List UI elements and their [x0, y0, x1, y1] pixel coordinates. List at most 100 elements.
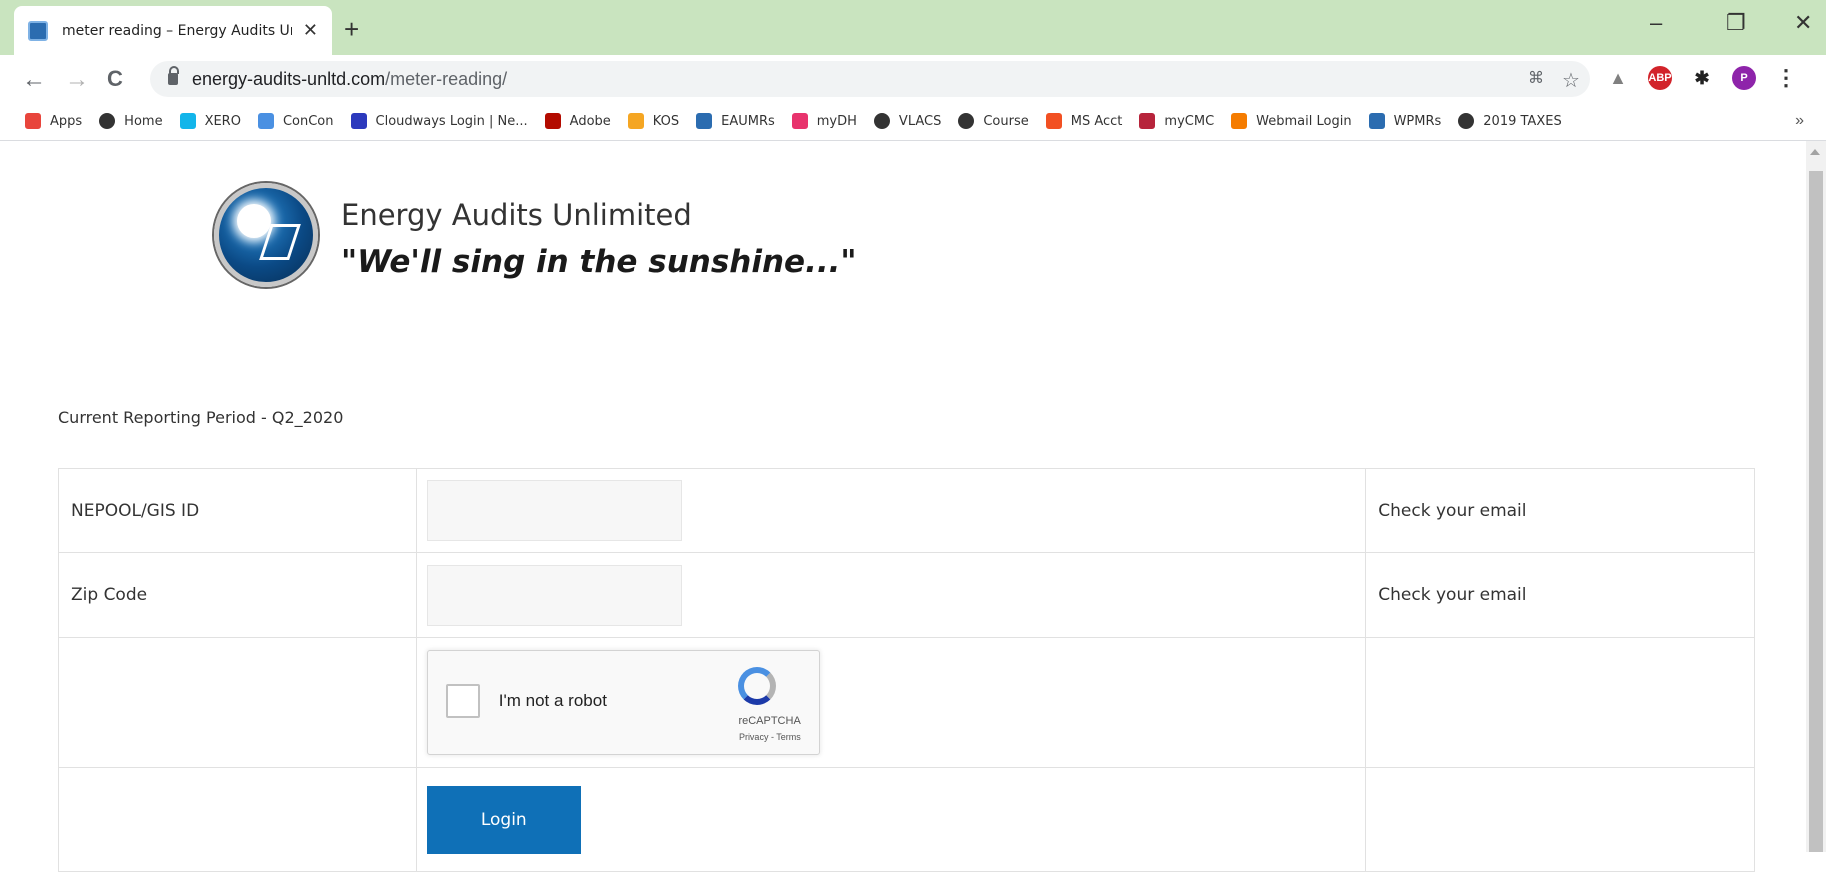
bookmark-adobe[interactable]: Adobe [544, 113, 611, 129]
globe-icon [1458, 113, 1475, 129]
cloud-icon [350, 113, 367, 129]
bookmark-ms-acct[interactable]: MS Acct [1045, 113, 1123, 129]
form-row-captcha: I'm not a robot reCAPTCHA Privacy - Term… [58, 637, 1755, 768]
bookmark-label: ConCon [282, 113, 334, 129]
bookmark-wpmrs[interactable]: WPMRs [1368, 113, 1442, 129]
form-row-nepool: NEPOOL/GIS ID Check your email [58, 468, 1755, 553]
nepool-input[interactable] [426, 480, 682, 541]
bookmark-label: MS Acct [1070, 113, 1123, 129]
drive-icon[interactable]: ▲ [1606, 66, 1630, 90]
zip-input[interactable] [426, 564, 682, 626]
bookmark-label: XERO [204, 113, 241, 129]
bookmark-label: VLACS [898, 113, 942, 129]
bookmark-label: EAUMRs [721, 113, 775, 129]
submit-label-cell [58, 767, 417, 872]
scroll-thumb[interactable] [1809, 171, 1823, 852]
kos-icon [627, 113, 644, 129]
reporting-period: Current Reporting Period - Q2_2020 [58, 408, 344, 427]
bookmark-xero[interactable]: XERO [179, 113, 241, 129]
energy-audits-logo [214, 183, 318, 287]
adblock-plus-icon[interactable]: ABP [1648, 66, 1672, 90]
microsoft-icon [1045, 113, 1062, 129]
meter-login-form: NEPOOL/GIS ID Check your email Zip Code … [58, 468, 1755, 872]
bookmark-label: KOS [652, 113, 680, 129]
sun-icon [237, 204, 271, 238]
forward-icon[interactable]: → [65, 66, 89, 94]
zip-hint: Check your email [1365, 552, 1755, 638]
recaptcha-logo-icon [737, 667, 776, 705]
tab-title: meter reading – Energy Audits Unlin [62, 22, 292, 39]
address-bar[interactable]: energy-audits-unltd.com/meter-reading/ ⌘… [150, 61, 1590, 97]
puzzle-icon[interactable]: ✱ [1690, 66, 1714, 90]
bookmark-label: 2019 TAXES [1483, 113, 1562, 129]
star-icon[interactable]: ☆ [1562, 68, 1580, 93]
bookmarks-overflow-icon[interactable]: » [1795, 112, 1804, 130]
lock-icon [168, 66, 179, 85]
profile-avatar[interactable]: P [1732, 66, 1756, 90]
menu-icon[interactable]: ⋮ [1774, 65, 1798, 90]
eaumrs-icon [696, 113, 713, 129]
submit-hint-cell [1365, 767, 1755, 872]
zip-label: Zip Code [58, 552, 417, 638]
browser-tab[interactable]: meter reading – Energy Audits Unlin ✕ [14, 6, 332, 55]
back-icon[interactable]: ← [22, 66, 46, 94]
new-tab-button[interactable]: + [344, 14, 359, 45]
url-text: energy-audits-unltd.com/meter-reading/ [192, 69, 507, 90]
cmc-icon [1139, 113, 1156, 129]
captcha-hint-cell [1365, 637, 1755, 768]
recaptcha-label: I'm not a robot [498, 691, 607, 710]
globe-icon [873, 113, 890, 129]
login-button[interactable]: Login [426, 785, 581, 854]
nepool-label: NEPOOL/GIS ID [58, 468, 417, 553]
page-scrollbar[interactable] [1806, 141, 1826, 852]
bookmark-label: Apps [50, 113, 83, 129]
bookmark-home[interactable]: Home [99, 113, 163, 129]
concon-icon [257, 113, 274, 129]
nepool-hint: Check your email [1365, 468, 1755, 553]
reload-icon[interactable]: C [107, 66, 123, 92]
bookmark-concon[interactable]: ConCon [257, 113, 334, 129]
brand-tagline: "We'll sing in the sunshine..." [341, 244, 857, 280]
browser-titlebar: meter reading – Energy Audits Unlin ✕ + … [0, 0, 1826, 55]
site-favicon-icon [28, 20, 48, 41]
recaptcha-privacy-terms-link[interactable]: Privacy - Terms [739, 732, 801, 742]
bookmark-label: Home [124, 113, 163, 129]
recaptcha-widget: I'm not a robot reCAPTCHA Privacy - Term… [426, 650, 820, 755]
bookmark-cloudways-login-ne[interactable]: Cloudways Login | Ne... [350, 113, 528, 129]
webmail-icon [1231, 113, 1248, 129]
minimize-button[interactable]: – [1650, 10, 1662, 36]
bookmarks-bar: Apps Home XERO ConCon Cloudways Login | Ne..… [0, 102, 1826, 141]
bookmark-vlacs[interactable]: VLACS [873, 113, 942, 129]
bookmark-label: Webmail Login [1256, 113, 1352, 129]
xero-icon [179, 113, 196, 129]
course-icon [958, 113, 975, 129]
nepool-cell [415, 468, 1367, 553]
bookmark-eaumrs[interactable]: EAUMRs [696, 113, 775, 129]
bookmark-2019-taxes[interactable]: 2019 TAXES [1458, 113, 1562, 129]
bookmark-label: Adobe [569, 113, 611, 129]
adobe-icon [544, 113, 561, 129]
form-row-submit: Login [58, 767, 1755, 872]
globe-icon [99, 113, 116, 129]
bookmark-mydh[interactable]: myDH [791, 113, 857, 129]
bookmark-webmail-login[interactable]: Webmail Login [1231, 113, 1352, 129]
restore-button[interactable]: ❐ [1726, 10, 1746, 36]
bookmark-label: Cloudways Login | Ne... [375, 113, 528, 129]
bookmark-label: myDH [816, 113, 857, 129]
zip-cell [415, 552, 1367, 638]
captcha-cell: I'm not a robot reCAPTCHA Privacy - Term… [415, 637, 1367, 768]
submit-cell: Login [415, 767, 1367, 872]
close-tab-icon[interactable]: ✕ [303, 20, 318, 41]
scroll-up-arrow-icon[interactable] [1810, 149, 1820, 155]
url-path: /meter-reading/ [385, 68, 508, 89]
bookmark-apps[interactable]: Apps [25, 113, 82, 129]
close-window-button[interactable]: ✕ [1794, 10, 1812, 36]
recaptcha-checkbox[interactable] [445, 684, 480, 718]
recaptcha-brand: reCAPTCHA [738, 715, 801, 727]
wpmrs-icon [1368, 113, 1385, 129]
bookmark-label: WPMRs [1393, 113, 1442, 129]
bookmark-mycmc[interactable]: myCMC [1139, 113, 1214, 129]
translate-icon[interactable]: ⌘ [1528, 68, 1544, 88]
bookmark-kos[interactable]: KOS [627, 113, 680, 129]
bookmark-course[interactable]: Course [958, 113, 1029, 129]
